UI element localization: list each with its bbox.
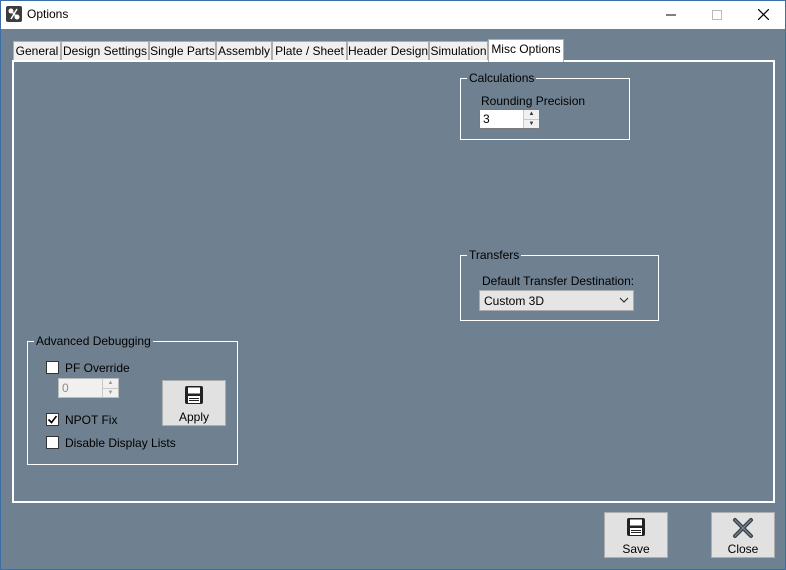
apply-button[interactable]: Apply: [162, 380, 226, 426]
misc-options-page: Calculations Rounding Precision 3 ▲ ▼ Tr…: [12, 60, 775, 503]
transfers-group: Transfers Default Transfer Destination: …: [460, 248, 659, 321]
app-icon: [6, 6, 22, 22]
maximize-icon: [712, 7, 722, 23]
rounding-precision-label: Rounding Precision: [481, 94, 586, 108]
checkmark-icon: [47, 415, 58, 424]
stepper-up-icon[interactable]: ▲: [524, 110, 539, 119]
title-bar[interactable]: Options: [1, 1, 785, 29]
stepper-down-icon[interactable]: ▼: [524, 119, 539, 128]
floppy-disk-icon: [626, 517, 646, 540]
close-label: Close: [727, 542, 759, 556]
rounding-stepper[interactable]: ▲ ▼: [523, 110, 539, 128]
maximize-button[interactable]: [694, 1, 740, 29]
stepper-up-icon[interactable]: ▲: [103, 379, 118, 388]
advanced-debugging-legend: Advanced Debugging: [34, 334, 153, 348]
close-icon: [757, 7, 769, 23]
rounding-precision-value: 3: [483, 112, 490, 126]
npot-fix-checkbox[interactable]: [46, 413, 59, 426]
tab-single-parts[interactable]: Single Parts: [149, 41, 216, 61]
npot-fix-label: NPOT Fix: [65, 413, 118, 427]
transfer-destination-label: Default Transfer Destination:: [482, 274, 635, 288]
tab-header-design[interactable]: Header Design: [347, 41, 429, 61]
options-window: Options General Design Settings Single P…: [0, 0, 786, 570]
calculations-group: Calculations Rounding Precision 3 ▲ ▼: [460, 71, 630, 140]
tab-misc-options[interactable]: Misc Options: [488, 39, 564, 62]
pf-override-value: 0: [62, 381, 69, 395]
calculations-legend: Calculations: [467, 71, 537, 85]
advanced-debugging-group: Advanced Debugging PF Override 0 ▲ ▼ NPO…: [27, 334, 238, 465]
transfers-legend: Transfers: [467, 248, 522, 262]
tab-design-settings[interactable]: Design Settings: [61, 41, 149, 61]
pf-override-checkbox[interactable]: [46, 361, 59, 374]
disable-display-lists-checkbox[interactable]: [46, 436, 59, 449]
pf-stepper[interactable]: ▲ ▼: [102, 379, 118, 397]
apply-label: Apply: [178, 410, 210, 424]
close-button[interactable]: Close: [711, 512, 775, 558]
tab-general[interactable]: General: [13, 41, 61, 61]
pf-override-label: PF Override: [65, 361, 130, 375]
floppy-disk-icon: [184, 385, 204, 408]
save-label: Save: [622, 542, 650, 556]
window-close-button[interactable]: [740, 1, 786, 29]
tab-simulation[interactable]: Simulation: [429, 41, 488, 61]
save-button[interactable]: Save: [604, 512, 668, 558]
window-title: Options: [27, 7, 69, 21]
tab-plate-sheet[interactable]: Plate / Sheet: [272, 41, 347, 61]
tab-assembly[interactable]: Assembly: [216, 41, 272, 61]
disable-display-lists-label: Disable Display Lists: [65, 436, 176, 450]
pf-override-input[interactable]: 0 ▲ ▼: [58, 378, 119, 398]
minimize-button[interactable]: [648, 1, 694, 29]
transfer-destination-value: Custom 3D: [484, 294, 545, 308]
chevron-down-icon: [619, 294, 629, 309]
close-icon: [732, 517, 754, 542]
stepper-down-icon[interactable]: ▼: [103, 388, 118, 397]
rounding-precision-input[interactable]: 3 ▲ ▼: [479, 109, 540, 129]
minimize-icon: [666, 7, 676, 23]
transfer-destination-select[interactable]: Custom 3D: [479, 290, 634, 311]
